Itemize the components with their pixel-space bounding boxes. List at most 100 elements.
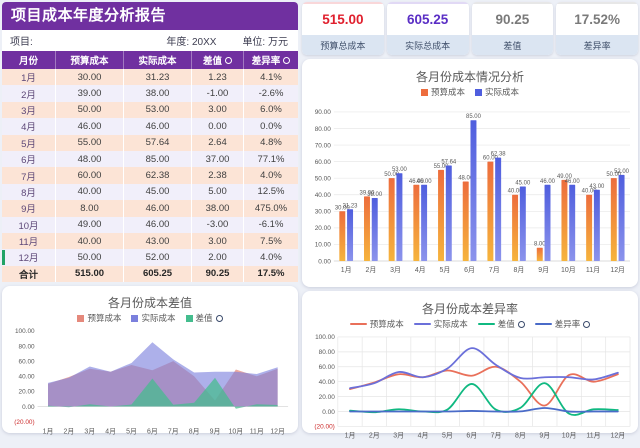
column-header-4[interactable]: 差值 (192, 51, 244, 69)
value-cell[interactable]: 38.00 (124, 85, 192, 101)
value-cell[interactable]: 3.00 (192, 233, 244, 249)
value-cell[interactable]: 2.00 (192, 249, 244, 265)
month-cell[interactable]: 5月 (2, 135, 56, 151)
year-label[interactable]: 年度: 20XX (166, 33, 216, 48)
total-label-cell[interactable]: 合计 (2, 266, 56, 282)
svg-text:9月: 9月 (539, 431, 550, 439)
value-cell[interactable]: 62.38 (124, 167, 192, 183)
total-value-cell[interactable]: 90.25 (192, 266, 244, 282)
column-header-label: 差值 (203, 53, 222, 67)
value-cell[interactable]: 5.00 (192, 184, 244, 200)
month-cell[interactable]: 9月 (2, 200, 56, 216)
svg-text:1月: 1月 (43, 428, 54, 436)
month-cell[interactable]: 3月 (2, 102, 56, 118)
value-cell[interactable]: 8.00 (56, 200, 124, 216)
value-cell[interactable]: 50.00 (56, 249, 124, 265)
column-header-label: 预算成本 (70, 53, 108, 67)
svg-text:80.00: 80.00 (315, 126, 332, 133)
value-cell[interactable]: 46.00 (124, 200, 192, 216)
value-cell[interactable]: 12.5% (244, 184, 298, 200)
value-cell[interactable]: 48.00 (56, 151, 124, 167)
value-cell[interactable]: 4.8% (244, 135, 298, 151)
value-cell[interactable]: 55.00 (56, 135, 124, 151)
svg-text:2月: 2月 (365, 266, 376, 274)
value-cell[interactable]: 4.0% (244, 167, 298, 183)
value-cell[interactable]: 7.5% (244, 233, 298, 249)
value-cell[interactable]: -6.1% (244, 217, 298, 233)
area-chart-title: 各月份成本差值 (5, 289, 295, 311)
unit-label[interactable]: 单位: 万元 (242, 33, 288, 48)
svg-text:60.00: 60.00 (319, 364, 336, 371)
filter-icon[interactable] (225, 57, 232, 64)
value-cell[interactable]: -1.00 (192, 85, 244, 101)
month-cell[interactable]: 7月 (2, 167, 56, 183)
value-cell[interactable]: 0.00 (192, 118, 244, 134)
svg-text:6月: 6月 (466, 431, 477, 439)
svg-text:7月: 7月 (168, 428, 179, 436)
total-value-cell[interactable]: 515.00 (56, 266, 124, 282)
value-cell[interactable]: 53.00 (124, 102, 192, 118)
value-cell[interactable]: 30.00 (56, 69, 124, 85)
svg-text:12月: 12月 (270, 428, 285, 436)
month-cell[interactable]: 8月 (2, 184, 56, 200)
value-cell[interactable]: 46.00 (56, 118, 124, 134)
value-cell[interactable]: 49.00 (56, 217, 124, 233)
value-cell[interactable]: 38.00 (192, 200, 244, 216)
value-cell[interactable]: 475.0% (244, 200, 298, 216)
table-row: 2月39.0038.00-1.00-2.6% (2, 85, 298, 101)
value-cell[interactable]: 4.0% (244, 249, 298, 265)
value-cell[interactable]: 2.64 (192, 135, 244, 151)
value-cell[interactable]: 50.00 (56, 102, 124, 118)
summary-value: 90.25 (472, 2, 554, 35)
value-cell[interactable]: 45.00 (124, 184, 192, 200)
value-cell[interactable]: 77.1% (244, 151, 298, 167)
value-cell[interactable]: 37.00 (192, 151, 244, 167)
column-header-1[interactable]: 月份 (2, 51, 56, 69)
area-chart-card: 各月份成本差值 预算成本实际成本差值 100.0080.0060.0040.00… (2, 286, 298, 433)
value-cell[interactable]: 46.00 (124, 118, 192, 134)
month-cell[interactable]: 12月 (2, 249, 56, 265)
month-cell[interactable]: 4月 (2, 118, 56, 134)
value-cell[interactable]: 6.0% (244, 102, 298, 118)
column-header-3[interactable]: 实际成本 (124, 51, 192, 69)
month-cell[interactable]: 10月 (2, 217, 56, 233)
column-header-2[interactable]: 预算成本 (56, 51, 124, 69)
value-cell[interactable]: 85.00 (124, 151, 192, 167)
value-cell[interactable]: 4.1% (244, 69, 298, 85)
value-cell[interactable]: 31.23 (124, 69, 192, 85)
legend-item: 实际成本 (414, 318, 468, 330)
column-header-label: 月份 (19, 53, 38, 67)
filter-icon[interactable] (283, 57, 290, 64)
value-cell[interactable]: 46.00 (124, 217, 192, 233)
month-cell[interactable]: 6月 (2, 151, 56, 167)
value-cell[interactable]: -3.00 (192, 217, 244, 233)
month-cell[interactable]: 2月 (2, 85, 56, 101)
svg-text:30.00: 30.00 (315, 209, 332, 216)
legend-item: 差值 (186, 312, 223, 324)
month-cell[interactable]: 1月 (2, 69, 56, 85)
summary-row: 515.00预算总成本605.25实际总成本90.25差值17.52%差异率 (302, 2, 638, 55)
value-cell[interactable]: 40.00 (56, 233, 124, 249)
value-cell[interactable]: 40.00 (56, 184, 124, 200)
value-cell[interactable]: -2.6% (244, 85, 298, 101)
total-value-cell[interactable]: 17.5% (244, 266, 298, 282)
value-cell[interactable]: 1.23 (192, 69, 244, 85)
column-header-5[interactable]: 差异率 (244, 51, 298, 69)
svg-text:0.00: 0.00 (22, 404, 35, 411)
legend-marker (478, 323, 495, 326)
value-cell[interactable]: 3.00 (192, 102, 244, 118)
legend-marker (186, 315, 193, 322)
value-cell[interactable]: 2.38 (192, 167, 244, 183)
value-cell[interactable]: 52.00 (124, 249, 192, 265)
value-cell[interactable]: 39.00 (56, 85, 124, 101)
left-column: 项目成本年度分析报告 项目: 年度: 20XX 单位: 万元 月份预算成本实际成… (2, 2, 298, 433)
month-cell[interactable]: 11月 (2, 233, 56, 249)
total-value-cell[interactable]: 605.25 (124, 266, 192, 282)
value-cell[interactable]: 60.00 (56, 167, 124, 183)
value-cell[interactable]: 0.0% (244, 118, 298, 134)
svg-text:8月: 8月 (515, 431, 526, 439)
legend-label: 预算成本 (370, 318, 404, 330)
value-cell[interactable]: 43.00 (124, 233, 192, 249)
project-label[interactable]: 项目: (10, 33, 166, 48)
value-cell[interactable]: 57.64 (124, 135, 192, 151)
